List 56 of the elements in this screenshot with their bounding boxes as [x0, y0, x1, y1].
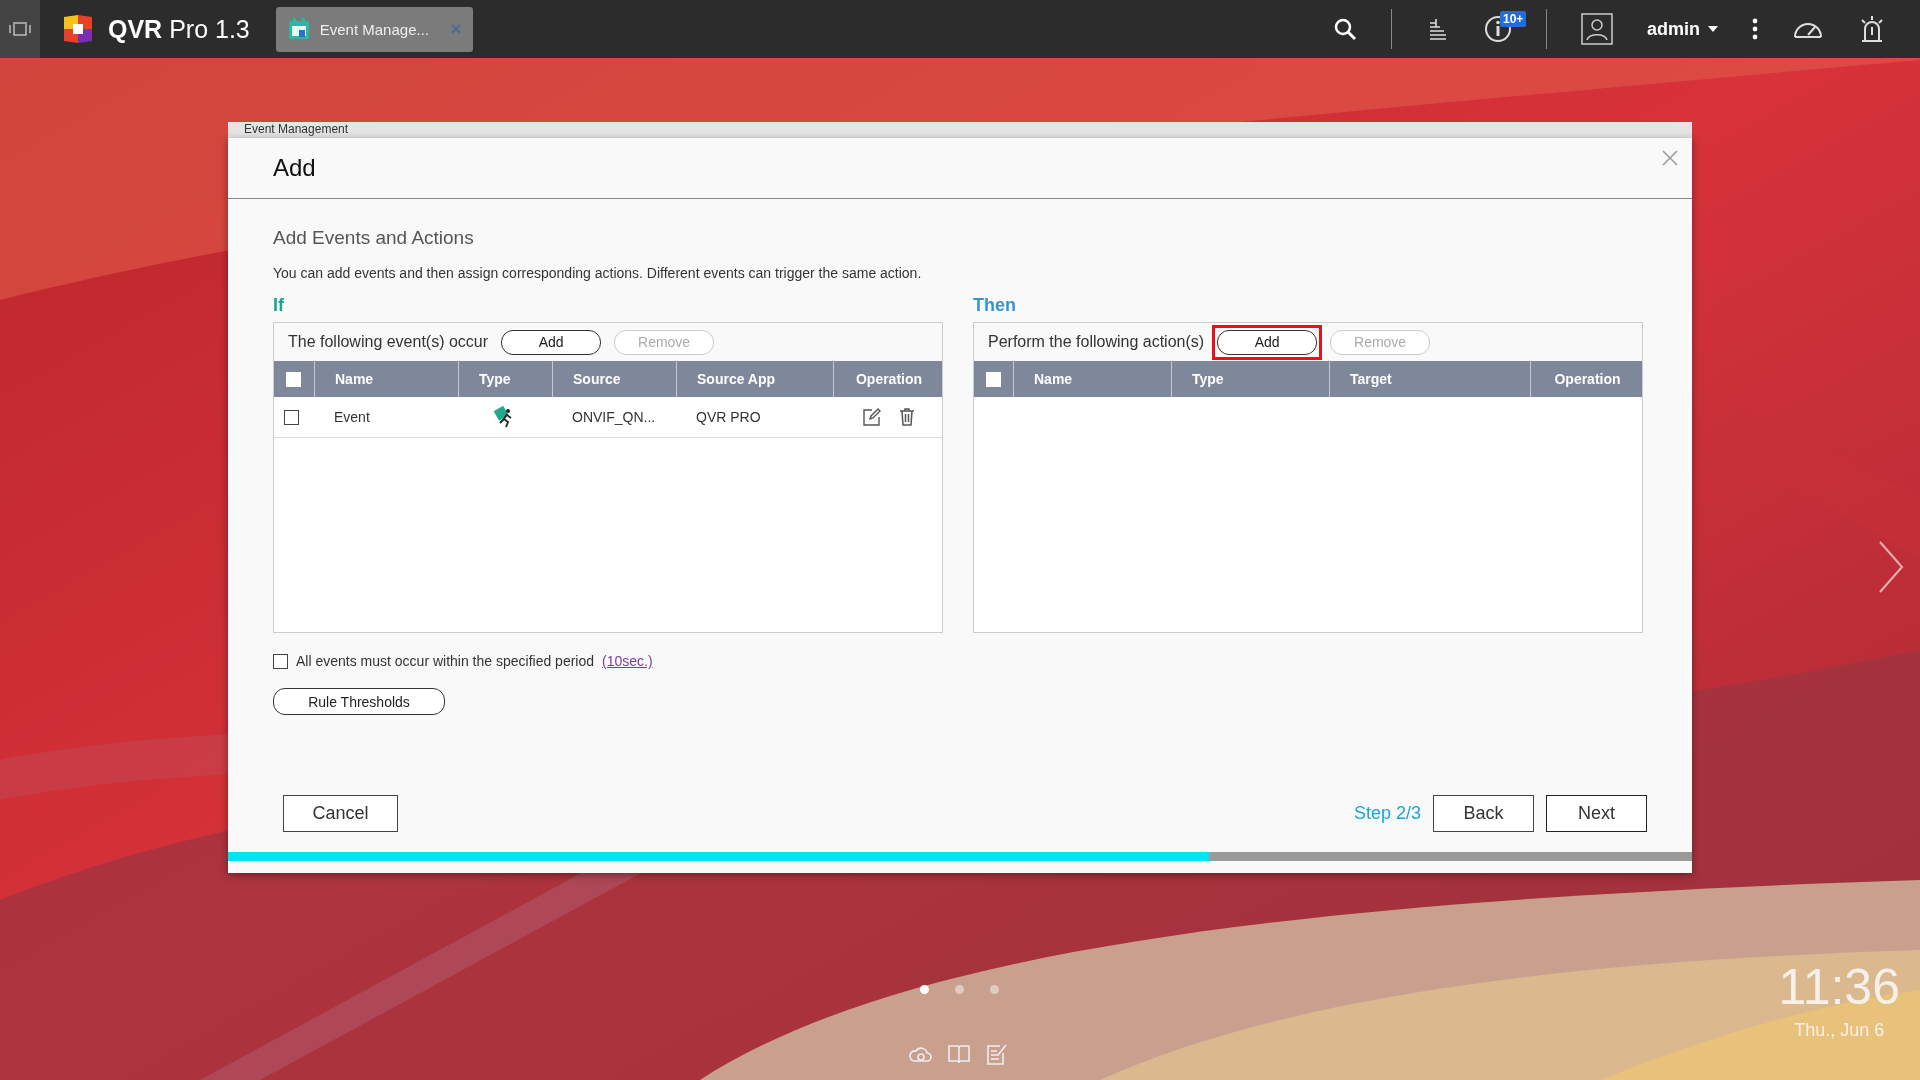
- column-header[interactable]: Type: [458, 361, 552, 397]
- show-desktop-button[interactable]: [0, 0, 40, 58]
- column-header[interactable]: Target: [1329, 361, 1530, 397]
- column-header[interactable]: Operation: [1530, 361, 1644, 397]
- section-heading: Add Events and Actions: [273, 227, 475, 249]
- close-icon[interactable]: [1662, 150, 1678, 166]
- user-menu[interactable]: admin: [1647, 18, 1718, 40]
- period-link[interactable]: (10sec.): [602, 653, 653, 669]
- calendar-icon: [287, 18, 310, 40]
- user-icon[interactable]: [1581, 13, 1613, 45]
- period-label: All events must occur within the specified period: [296, 653, 595, 669]
- app-logo-icon: [64, 15, 92, 43]
- notification-badge: 10+: [1500, 11, 1527, 27]
- tab-label: Event Manage...: [319, 20, 429, 38]
- cancel-button[interactable]: Cancel: [283, 795, 398, 832]
- description: You can add events and then assign corresponding actions. Different events can trigger the same action.: [273, 265, 923, 281]
- column-header[interactable]: Name: [1013, 361, 1171, 397]
- panel-caption: The following event(s) occur: [288, 333, 489, 351]
- desktop-icon: [9, 21, 31, 37]
- rule-thresholds-button[interactable]: Rule Thresholds: [273, 688, 445, 715]
- app-tab[interactable]: Event Manage...: [275, 6, 473, 52]
- clock-date: Thu., Jun 6: [1794, 1020, 1885, 1041]
- select-all-checkbox[interactable]: [986, 371, 1001, 387]
- edit-icon[interactable]: [862, 408, 881, 426]
- caret-icon: [1708, 26, 1718, 32]
- add-button[interactable]: Add: [1217, 329, 1318, 355]
- panel-caption: Perform the following action(s): [988, 333, 1205, 351]
- table-cell-text: ONVIF_QN...: [571, 409, 657, 425]
- period-checkbox[interactable]: [273, 653, 288, 669]
- clock-time: 11:36: [1778, 958, 1900, 1016]
- add-button[interactable]: Add: [501, 329, 602, 355]
- row-checkbox[interactable]: [284, 409, 299, 425]
- page-dot[interactable]: [920, 985, 929, 994]
- column-header[interactable]: Name: [314, 361, 458, 397]
- window-title: Event Management: [244, 122, 349, 136]
- alarm-icon[interactable]: [1858, 15, 1886, 43]
- condition-label: Then: [973, 295, 1017, 316]
- column-header[interactable]: Operation: [833, 361, 944, 397]
- select-all-checkbox[interactable]: [286, 371, 301, 387]
- column-header[interactable]: Type: [1171, 361, 1329, 397]
- back-button[interactable]: Back: [1433, 795, 1534, 832]
- trash-icon[interactable]: [898, 408, 915, 426]
- search-icon[interactable]: [1333, 17, 1357, 41]
- condition-label: If: [273, 295, 285, 316]
- table-cell-text: QVR PRO: [695, 409, 762, 425]
- table-cell-text: Event: [333, 409, 371, 425]
- step-indicator: Step 2/3: [1353, 803, 1421, 824]
- next-page-icon[interactable]: [1878, 540, 1904, 594]
- dialog-title: Add: [273, 154, 316, 182]
- page-dot[interactable]: [990, 985, 999, 994]
- column-header[interactable]: Source: [552, 361, 676, 397]
- column-header[interactable]: Source App: [676, 361, 833, 397]
- more-icon[interactable]: [1752, 18, 1758, 40]
- page-dot[interactable]: [955, 985, 964, 994]
- app-name: QVR Pro 1.3: [108, 14, 250, 44]
- next-button[interactable]: Next: [1546, 795, 1647, 832]
